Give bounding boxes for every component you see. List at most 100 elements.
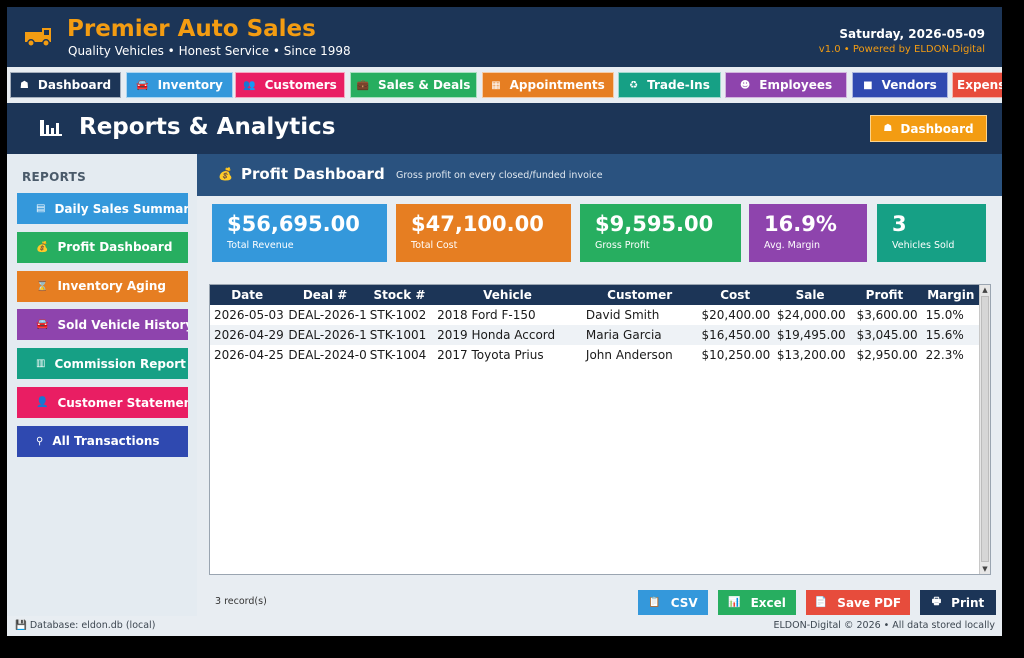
nav-label: Expenses [957, 78, 1002, 92]
scrollbar-thumb[interactable] [981, 296, 989, 562]
table-cell: 22.3% [925, 348, 964, 362]
kpi-value: $9,595.00 [595, 212, 714, 236]
table-cell: $3,600.00 [856, 308, 918, 322]
kpi-label: Total Cost [411, 240, 458, 251]
nav-customers[interactable]: 👥 Customers [235, 72, 345, 98]
sidebar-item-all-transactions[interactable]: ⚲ All Transactions [17, 425, 188, 457]
scroll-up-icon[interactable]: ▲ [981, 286, 989, 294]
table-cell: John Anderson [585, 348, 673, 362]
print-button-label: Print [951, 595, 985, 610]
nav-sales-deals[interactable]: 💼 Sales & Deals [350, 72, 477, 98]
home-icon: ☗ [883, 123, 893, 134]
vertical-scrollbar[interactable]: ▲ ▼ [979, 285, 990, 574]
refresh-icon: ♻ [629, 79, 639, 91]
table-cell: 2018 Ford F-150 [437, 308, 536, 322]
money-bag-icon: 💰 [218, 167, 233, 181]
box-icon: ■ [863, 79, 873, 91]
csv-button[interactable]: 📋 CSV [638, 590, 708, 615]
column-header-vehicle[interactable]: Vehicle [433, 285, 582, 305]
column-header-margin[interactable]: Margin [921, 285, 980, 305]
nav-employees[interactable]: ☻ Employees [725, 72, 847, 98]
document-icon: 📄 [814, 597, 828, 608]
hourglass-icon: ⌛ [36, 280, 49, 292]
table-row[interactable]: 2026-04-25 DEAL-2024-0 STK-1004 2017 Toyota… [210, 345, 980, 365]
sidebar-item-sold-vehicle-history[interactable]: 🚘 Sold Vehicle History [17, 309, 188, 341]
save-pdf-button[interactable]: 📄 Save PDF [806, 590, 910, 615]
nav-appointments[interactable]: ▦ Appointments [482, 72, 614, 98]
nav-vendors[interactable]: ■ Vendors [852, 72, 948, 98]
sidebar-item-profit-dashboard[interactable]: 💰 Profit Dashboard [17, 231, 188, 263]
excel-button-label: Excel [750, 595, 786, 610]
table-cell: 15.0% [925, 308, 964, 322]
kpi-value: $56,695.00 [227, 212, 360, 236]
table-cell: 2026-04-29 [210, 325, 285, 345]
sidebar-item-commission-report[interactable]: ▥ Commission Report [17, 348, 188, 380]
column-header-cost[interactable]: Cost [697, 285, 773, 305]
table-cell: DEAL-2026-1 [288, 308, 366, 322]
car-icon: 🚘 [36, 319, 49, 331]
printer-icon: 🖶 [931, 596, 942, 607]
column-header-customer[interactable]: Customer [581, 285, 698, 305]
record-count: 3 record(s) [215, 596, 267, 607]
table-cell: 2026-05-03 [214, 308, 284, 322]
table-cell: 2026-04-25 [214, 348, 284, 362]
save-pdf-button-label: Save PDF [837, 595, 902, 610]
nav-inventory[interactable]: 🚘 Inventory [126, 72, 233, 98]
kpi-total-cost: $47,100.00 Total Cost [396, 204, 571, 262]
nav-label: Customers [264, 78, 337, 92]
clipboard-icon: 📋 [648, 597, 661, 608]
truck-icon [25, 28, 51, 47]
column-header-date[interactable]: Date [210, 285, 285, 305]
user-icon: 👤 [36, 397, 49, 408]
column-header-stock[interactable]: Stock # [365, 285, 434, 305]
report-panel: 💰 Profit Dashboard Gross profit on every… [197, 154, 1002, 616]
table-cell: David Smith [585, 308, 660, 322]
table-cell: 2019 Honda Accord [433, 325, 582, 345]
dashboard-button-label: Dashboard [900, 121, 974, 136]
table-cell: $10,250.00 [701, 348, 771, 362]
car-icon: 🚘 [136, 79, 149, 91]
app-header: Premier Auto Sales Quality Vehicles • Ho… [7, 7, 1002, 67]
nav-dashboard[interactable]: ☗ Dashboard [10, 72, 121, 98]
table-row[interactable]: 2026-05-03 DEAL-2026-1 STK-1002 2018 Ford F… [210, 305, 980, 325]
app-window: Premier Auto Sales Quality Vehicles • Ho… [7, 7, 1002, 636]
sidebar-item-label: All Transactions [52, 434, 160, 449]
scroll-down-icon[interactable]: ▼ [981, 565, 989, 573]
dashboard-button[interactable]: ☗ Dashboard [870, 115, 987, 142]
nav-expenses[interactable]: Expenses [952, 72, 1002, 98]
users-icon: 👥 [243, 79, 256, 91]
calendar-icon: ▤ [36, 203, 46, 214]
sidebar-item-inventory-aging[interactable]: ⌛ Inventory Aging [17, 270, 188, 302]
column-header-profit[interactable]: Profit [847, 285, 922, 305]
receipt-icon: ▥ [36, 358, 46, 370]
nav-label: Appointments [509, 78, 605, 92]
table-cell: $20,400.00 [701, 308, 771, 322]
table-cell: Maria Garcia [581, 325, 698, 345]
nav-trade-ins[interactable]: ♻ Trade-Ins [618, 72, 721, 98]
sidebar-item-customer-statements[interactable]: 👤 Customer Statements [17, 387, 188, 418]
sidebar-item-label: Inventory Aging [57, 279, 166, 294]
database-status: 💾 Database: eldon.db (local) [15, 620, 156, 631]
print-button[interactable]: 🖶 Print [920, 590, 996, 615]
kpi-vehicles-sold: 3 Vehicles Sold [877, 204, 986, 262]
sidebar-item-label: Customer Statements [57, 395, 188, 410]
kpi-label: Total Revenue [227, 240, 294, 251]
sidebar-heading: REPORTS [22, 170, 87, 184]
excel-button[interactable]: 📊 Excel [718, 590, 796, 615]
column-header-sale[interactable]: Sale [772, 285, 848, 305]
table-cell: 15.6% [921, 325, 980, 345]
money-bag-icon: 💰 [36, 241, 49, 253]
table-row[interactable]: 2026-04-29 DEAL-2026-1 STK-1001 2019 Honda … [210, 325, 980, 345]
column-header-deal[interactable]: Deal # [284, 285, 366, 305]
kpi-gross-profit: $9,595.00 Gross Profit [580, 204, 741, 262]
section-title: Profit Dashboard [241, 165, 385, 183]
sidebar-item-daily-sales-summary[interactable]: ▤ Daily Sales Summary [17, 193, 188, 224]
chart-icon: 📊 [728, 597, 741, 608]
nav-label: Employees [759, 78, 833, 92]
app-title: Premier Auto Sales [67, 16, 316, 42]
table-cell: STK-1004 [369, 348, 427, 362]
table-cell: DEAL-2026-1 [284, 325, 366, 345]
table-cell: $19,495.00 [772, 325, 848, 345]
current-date: Saturday, 2026-05-09 [839, 27, 985, 41]
table-cell: $3,045.00 [847, 325, 922, 345]
